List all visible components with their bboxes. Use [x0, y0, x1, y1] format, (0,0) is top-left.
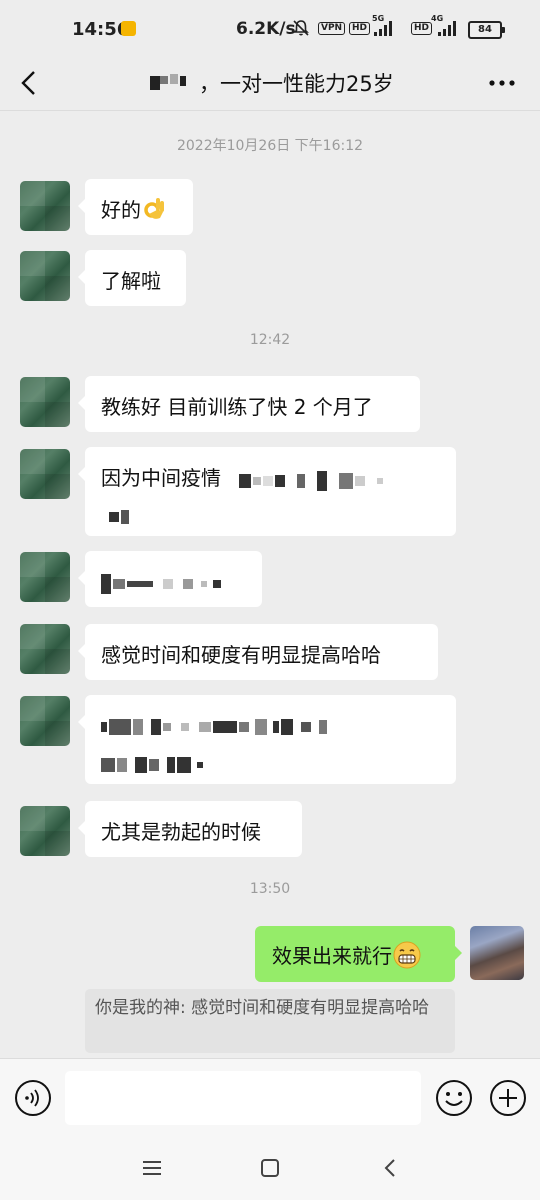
chat-title: ，一对一性能力25岁 — [199, 72, 394, 96]
notification-app-icon — [121, 21, 136, 36]
timestamp: 12:42 — [249, 332, 291, 348]
message-bubble[interactable]: 教练好 目前训练了快 2 个月了 — [78, 376, 420, 432]
redacted-text — [101, 713, 440, 737]
plus-icon[interactable] — [489, 1079, 527, 1117]
title-redacted-name — [146, 70, 192, 94]
avatar[interactable] — [20, 449, 70, 499]
message-bubble[interactable]: 感觉时间和硬度有明显提高哈哈 — [78, 624, 438, 680]
ok-hand-icon — [144, 198, 164, 219]
input-bar — [0, 1058, 540, 1137]
avatar[interactable] — [20, 181, 70, 231]
avatar[interactable] — [20, 624, 70, 674]
chat-header: ，一对一性能力25岁 — [0, 58, 540, 111]
vpn-badge: VPN — [318, 22, 346, 35]
redacted-text — [109, 504, 440, 528]
avatar[interactable] — [20, 552, 70, 602]
hd-badge-1: HD — [349, 22, 371, 35]
more-icon[interactable] — [486, 68, 518, 98]
redacted-text — [101, 751, 440, 775]
my-avatar[interactable] — [470, 926, 524, 980]
message-bubble[interactable]: 尤其是勃起的时候 — [78, 801, 302, 857]
emoji-icon[interactable] — [435, 1079, 473, 1117]
message-text: 效果出来就行 — [272, 944, 392, 968]
voice-icon[interactable] — [14, 1079, 52, 1117]
message-text: 感觉时间和硬度有明显提高哈哈 — [101, 643, 381, 667]
message-input[interactable] — [65, 1071, 421, 1125]
nav-back-icon[interactable] — [378, 1156, 402, 1180]
timestamp: 13:50 — [249, 881, 291, 897]
message-bubble[interactable]: 了解啦 — [78, 250, 186, 306]
system-nav-bar — [0, 1136, 540, 1200]
signal-icon-2 — [438, 21, 456, 36]
status-bar: 14:56 6.2K/s VPN HD 5G HD 4G 84 — [0, 0, 540, 58]
back-arrow-icon[interactable] — [14, 66, 44, 100]
mute-bell-icon — [293, 20, 309, 36]
message-bubble-sent[interactable]: 效果出来就行 — [255, 926, 462, 982]
signal-icon-1 — [374, 21, 392, 36]
avatar[interactable] — [20, 251, 70, 301]
avatar[interactable] — [20, 696, 70, 746]
timestamp: 2022年10月26日 下午16:12 — [176, 138, 364, 154]
quoted-message[interactable]: 你是我的神: 感觉时间和硬度有明显提高哈哈 — [85, 989, 455, 1053]
message-text: 了解啦 — [101, 269, 161, 293]
redacted-text — [239, 468, 385, 492]
message-bubble[interactable]: 因为中间疫情 — [78, 447, 456, 536]
hd-badge-2: HD — [411, 22, 433, 35]
redacted-text — [101, 571, 223, 595]
message-text: 尤其是勃起的时候 — [101, 820, 261, 844]
message-bubble[interactable] — [78, 551, 262, 607]
home-icon[interactable] — [258, 1156, 282, 1180]
grin-emoji-icon — [393, 941, 421, 969]
menu-icon[interactable] — [140, 1158, 164, 1178]
avatar[interactable] — [20, 377, 70, 427]
network-speed: 6.2K/s — [236, 19, 296, 39]
message-text: 因为中间疫情 — [101, 466, 221, 490]
battery-icon: 84 — [468, 21, 505, 39]
message-text: 教练好 目前训练了快 2 个月了 — [101, 395, 373, 419]
avatar[interactable] — [20, 806, 70, 856]
message-text: 好的 — [101, 198, 141, 222]
message-bubble[interactable]: 好的 — [78, 179, 193, 235]
message-bubble[interactable] — [78, 695, 456, 784]
